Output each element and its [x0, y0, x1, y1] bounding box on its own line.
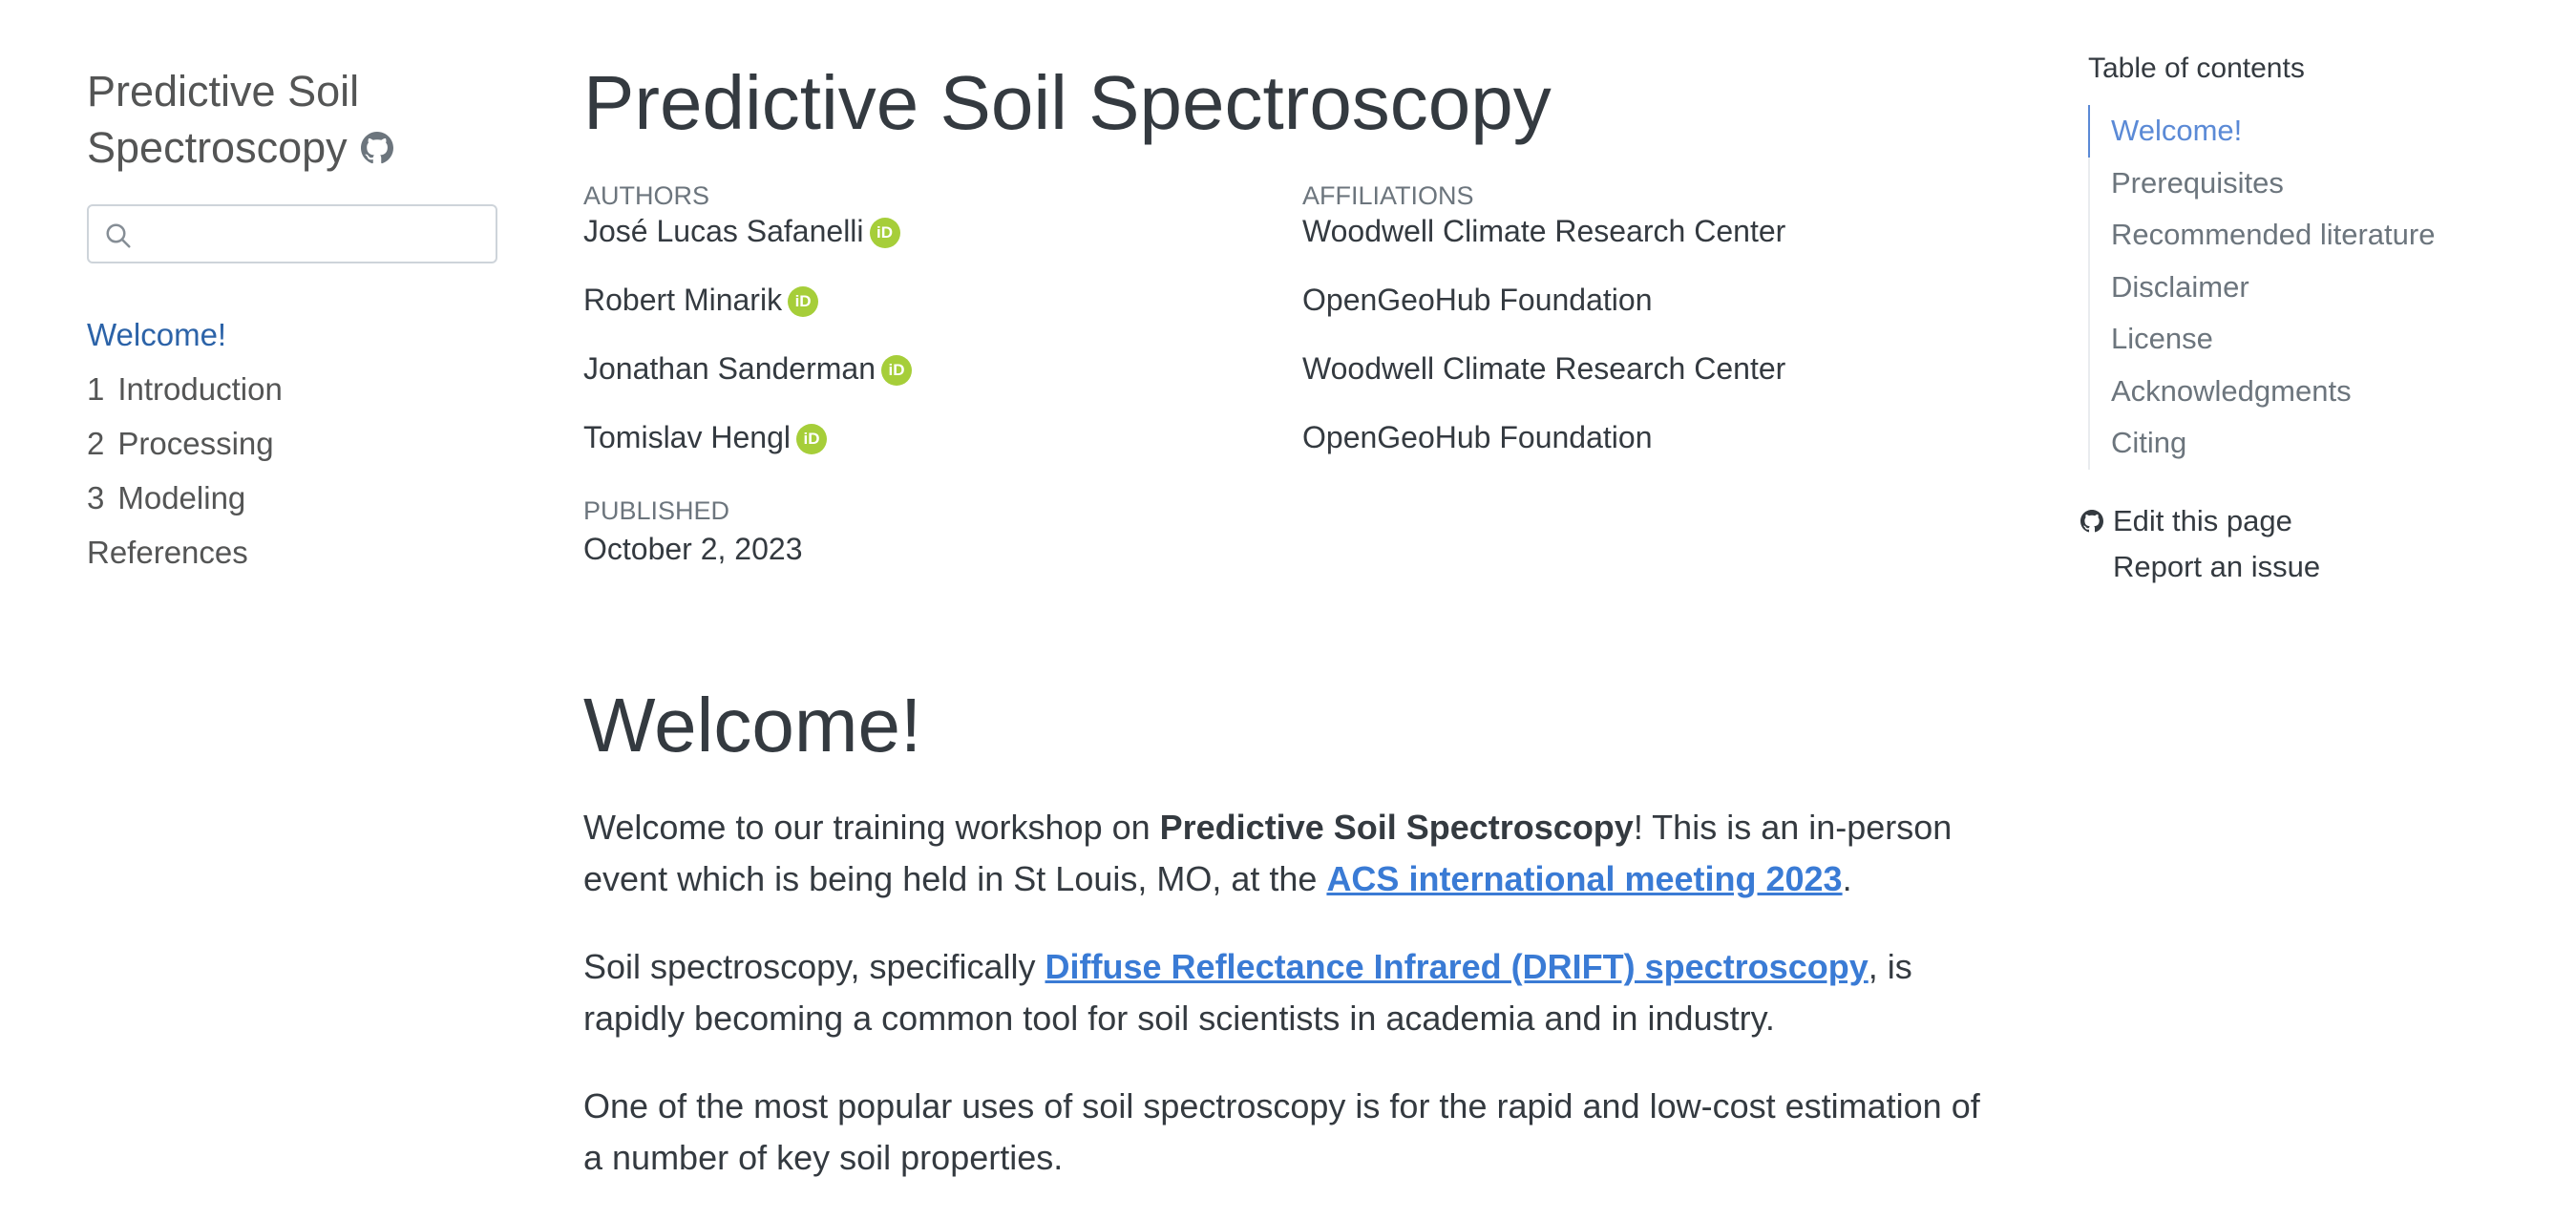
authors-column: Authors José Lucas Safanelli iD Robert Mi…	[583, 179, 1252, 487]
edit-page-link[interactable]: Edit this page	[2080, 498, 2508, 544]
sidebar-item-label: Introduction	[117, 371, 283, 407]
site-title-line2[interactable]: Spectroscopy	[87, 123, 348, 172]
authors-heading: Authors	[583, 181, 710, 210]
search-box[interactable]	[87, 204, 497, 263]
sidebar-item-label: Welcome!	[87, 317, 227, 352]
paragraph: One of the most popular uses of soil spe…	[583, 1086, 1980, 1177]
paragraph: Soil spectroscopy, specifically Diffuse …	[583, 941, 1987, 1044]
toc-item-license[interactable]: License	[2088, 313, 2508, 366]
author-name: José Lucas Safanelli	[583, 214, 864, 248]
toc-item-acknowledgments[interactable]: Acknowledgments	[2088, 366, 2508, 418]
table-of-contents: Table of contents Welcome! Prerequisites…	[2080, 50, 2508, 590]
sidebar-item-label: Modeling	[117, 480, 246, 515]
text: .	[1842, 859, 1852, 898]
drift-spectroscopy-link[interactable]: Diffuse Reflectance Infrared (DRIFT) spe…	[1045, 947, 1869, 986]
sidebar-item-number: 3	[87, 480, 105, 515]
paragraph: Welcome to our training workshop on Pred…	[583, 802, 1987, 905]
article-body: Welcome to our training workshop on Pred…	[583, 802, 1987, 1220]
site-title-line1[interactable]: Predictive Soil	[87, 67, 359, 116]
search-input[interactable]	[144, 214, 488, 254]
report-issue-link[interactable]: Report an issue	[2088, 544, 2508, 590]
sidebar-item-number: 1	[87, 371, 105, 407]
author: José Lucas Safanelli iD	[583, 212, 1252, 281]
published-heading: Published	[583, 496, 730, 525]
toc-item-welcome[interactable]: Welcome!	[2088, 105, 2508, 158]
main-content: Predictive Soil Spectroscopy Authors Jos…	[583, 48, 1987, 1177]
author: Jonathan Sanderman iD	[583, 349, 1252, 418]
github-icon[interactable]	[360, 132, 393, 164]
author-name: Tomislav Hengl	[583, 420, 791, 454]
sidebar-item-references[interactable]: References	[87, 525, 497, 579]
orcid-icon[interactable]: iD	[881, 355, 912, 386]
published-block: Published October 2, 2023	[583, 494, 802, 571]
search-icon	[106, 223, 131, 248]
orcid-icon[interactable]: iD	[795, 424, 827, 454]
site-title[interactable]: Predictive Soil Spectroscopy	[87, 63, 497, 176]
affiliations-heading: Affiliations	[1302, 181, 1474, 210]
edit-page-label: Edit this page	[2113, 503, 2292, 537]
section-heading-welcome: Welcome!	[583, 683, 922, 768]
toc-item-prerequisites[interactable]: Prerequisites	[2088, 158, 2508, 210]
sidebar-item-number: 2	[87, 426, 105, 461]
affiliation: Woodwell Climate Research Center	[1302, 214, 1786, 248]
sidebar-item-label: Processing	[117, 426, 274, 461]
page-title: Predictive Soil Spectroscopy	[583, 60, 1552, 145]
author: Tomislav Hengl iD	[583, 418, 1252, 487]
author-name: Robert Minarik	[583, 283, 783, 317]
bold-text: Predictive Soil Spectroscopy	[1159, 808, 1634, 847]
sidebar-item-modeling[interactable]: 3 Modeling	[87, 471, 497, 525]
orcid-icon[interactable]: iD	[869, 218, 900, 248]
sidebar-nav: Welcome! 1 Introduction 2 Processing 3 Mode…	[87, 307, 497, 579]
orcid-icon[interactable]: iD	[788, 286, 819, 317]
toc-item-citing[interactable]: Citing	[2088, 417, 2508, 470]
sidebar-item-welcome[interactable]: Welcome!	[87, 307, 497, 362]
affiliations-column: Affiliations Woodwell Climate Research C…	[1302, 179, 1971, 487]
sidebar: Predictive Soil Spectroscopy Welcome! 1I…	[87, 63, 497, 579]
toc-item-recommended-literature[interactable]: Recommended literature	[2088, 209, 2508, 262]
sidebar-item-processing[interactable]: 2 Processing	[87, 416, 497, 471]
published-date: October 2, 2023	[583, 532, 803, 566]
author-name: Jonathan Sanderman	[583, 351, 876, 386]
affiliation: Woodwell Climate Research Center	[1302, 351, 1786, 386]
title-meta: Authors José Lucas Safanelli iD Robert Mi…	[583, 179, 1987, 619]
page-actions: Edit this page Report an issue	[2080, 498, 2508, 590]
text: Welcome to our training workshop on	[583, 808, 1160, 847]
text: Soil spectroscopy, specifically	[583, 947, 1045, 986]
toc-list: Welcome! Prerequisites Recommended liter…	[2088, 105, 2508, 470]
sidebar-item-label: References	[87, 535, 248, 570]
author: Robert Minarik iD	[583, 281, 1252, 349]
sidebar-item-introduction[interactable]: 1 Introduction	[87, 362, 497, 416]
toc-item-disclaimer[interactable]: Disclaimer	[2088, 262, 2508, 314]
github-icon	[2080, 509, 2103, 532]
affiliation: OpenGeoHub Foundation	[1302, 420, 1653, 454]
affiliation: OpenGeoHub Foundation	[1302, 283, 1653, 317]
acs-meeting-link[interactable]: ACS international meeting 2023	[1326, 859, 1842, 898]
toc-title: Table of contents	[2088, 53, 2305, 84]
